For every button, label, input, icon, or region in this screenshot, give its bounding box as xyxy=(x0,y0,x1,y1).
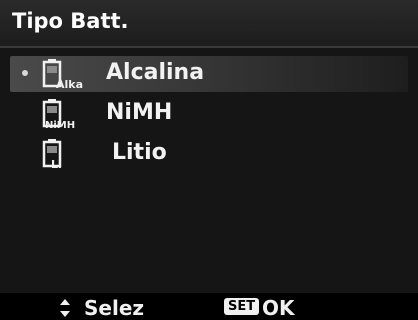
title-bar: Tipo Batt. xyxy=(0,0,418,48)
battery-lithium-icon: Li xyxy=(42,139,62,169)
menu-item-litio[interactable]: Li Litio xyxy=(0,136,418,172)
menu-item-nimh[interactable]: NiMH NiMH xyxy=(0,96,418,132)
select-hint-label: Selez xyxy=(84,296,145,320)
menu-item-alcalina[interactable]: Alka Alcalina xyxy=(10,56,408,92)
battery-alkaline-icon: Alka xyxy=(42,59,83,89)
svg-text:Alka: Alka xyxy=(56,78,83,89)
footer-hint-bar: Selez SET OK xyxy=(0,293,418,320)
battery-nimh-icon: NiMH xyxy=(42,99,75,129)
camera-menu-screen: Tipo Batt. Alka Alcalina NiMH NiMH Li Li… xyxy=(0,0,418,320)
set-button-badge: SET xyxy=(224,298,260,315)
page-title: Tipo Batt. xyxy=(12,9,129,33)
selected-bullet-icon xyxy=(22,70,28,76)
menu-item-label: NiMH xyxy=(106,100,173,125)
svg-text:NiMH: NiMH xyxy=(45,120,75,129)
menu-item-label: Alcalina xyxy=(106,60,205,85)
svg-text:Li: Li xyxy=(51,158,62,169)
up-down-arrows-icon xyxy=(60,299,70,317)
menu-item-label: Litio xyxy=(112,140,167,165)
ok-hint-label: OK xyxy=(262,296,295,320)
